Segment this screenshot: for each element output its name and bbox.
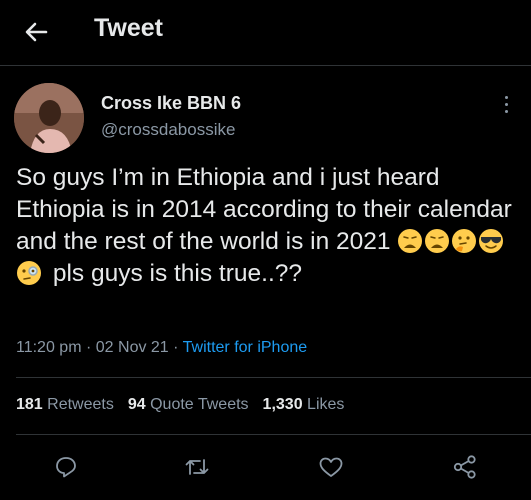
likes-count: 1,330 [262, 396, 303, 413]
likes-label: Likes [307, 396, 345, 413]
tweet-date[interactable]: 02 Nov 21 [96, 339, 169, 356]
divider [16, 434, 531, 435]
reply-icon [56, 457, 76, 478]
page-title: Tweet [94, 14, 163, 42]
author-name[interactable]: Cross Ike BBN 6 [101, 93, 241, 114]
more-options-icon[interactable] [496, 92, 516, 116]
quote-tweets-label: Quote Tweets [150, 396, 249, 413]
weary-face-icon [425, 229, 450, 253]
tweet-text: So guys I’m in Ethiopia and i just heard… [16, 162, 521, 290]
retweet-icon [185, 459, 209, 475]
weary-face-icon [398, 229, 423, 253]
tweet-time[interactable]: 11:20 pm [16, 339, 82, 356]
tweet-source[interactable]: Twitter for iPhone [183, 339, 308, 356]
back-button[interactable] [18, 16, 54, 48]
retweets-label: Retweets [47, 396, 114, 413]
top-bar: Tweet [0, 0, 531, 66]
avatar-image [14, 83, 84, 153]
divider [16, 377, 531, 378]
share-button[interactable] [445, 447, 485, 487]
like-icon [319, 457, 343, 477]
likes-stat[interactable]: 1,330 Likes [263, 396, 345, 413]
avatar[interactable] [14, 83, 84, 153]
tweet-text-end: pls guys is this true..?? [52, 260, 303, 287]
retweets-count: 181 [16, 396, 43, 413]
arrow-left-icon [25, 22, 48, 42]
action-bar [0, 447, 531, 487]
quote-tweets-count: 94 [127, 396, 146, 413]
separator: · [173, 339, 179, 356]
tweet-meta: 11:20 pm · 02 Nov 21 · Twitter for iPhon… [16, 339, 307, 357]
thinking-face-icon [451, 229, 476, 253]
quote-tweets-stat[interactable]: 94 Quote Tweets [128, 396, 249, 413]
share-icon [453, 455, 476, 479]
retweets-stat[interactable]: 181 Retweets [16, 396, 114, 413]
reply-button[interactable] [46, 447, 86, 487]
like-button[interactable] [311, 447, 351, 487]
monocle-face-icon [17, 261, 41, 285]
tweet-stats: 181 Retweets 94 Quote Tweets 1,330 Likes [16, 396, 344, 414]
retweet-button[interactable] [177, 447, 217, 487]
author-handle[interactable]: @crossdabossike [101, 120, 235, 140]
sunglasses-face-icon [478, 229, 503, 253]
separator: · [85, 339, 92, 356]
